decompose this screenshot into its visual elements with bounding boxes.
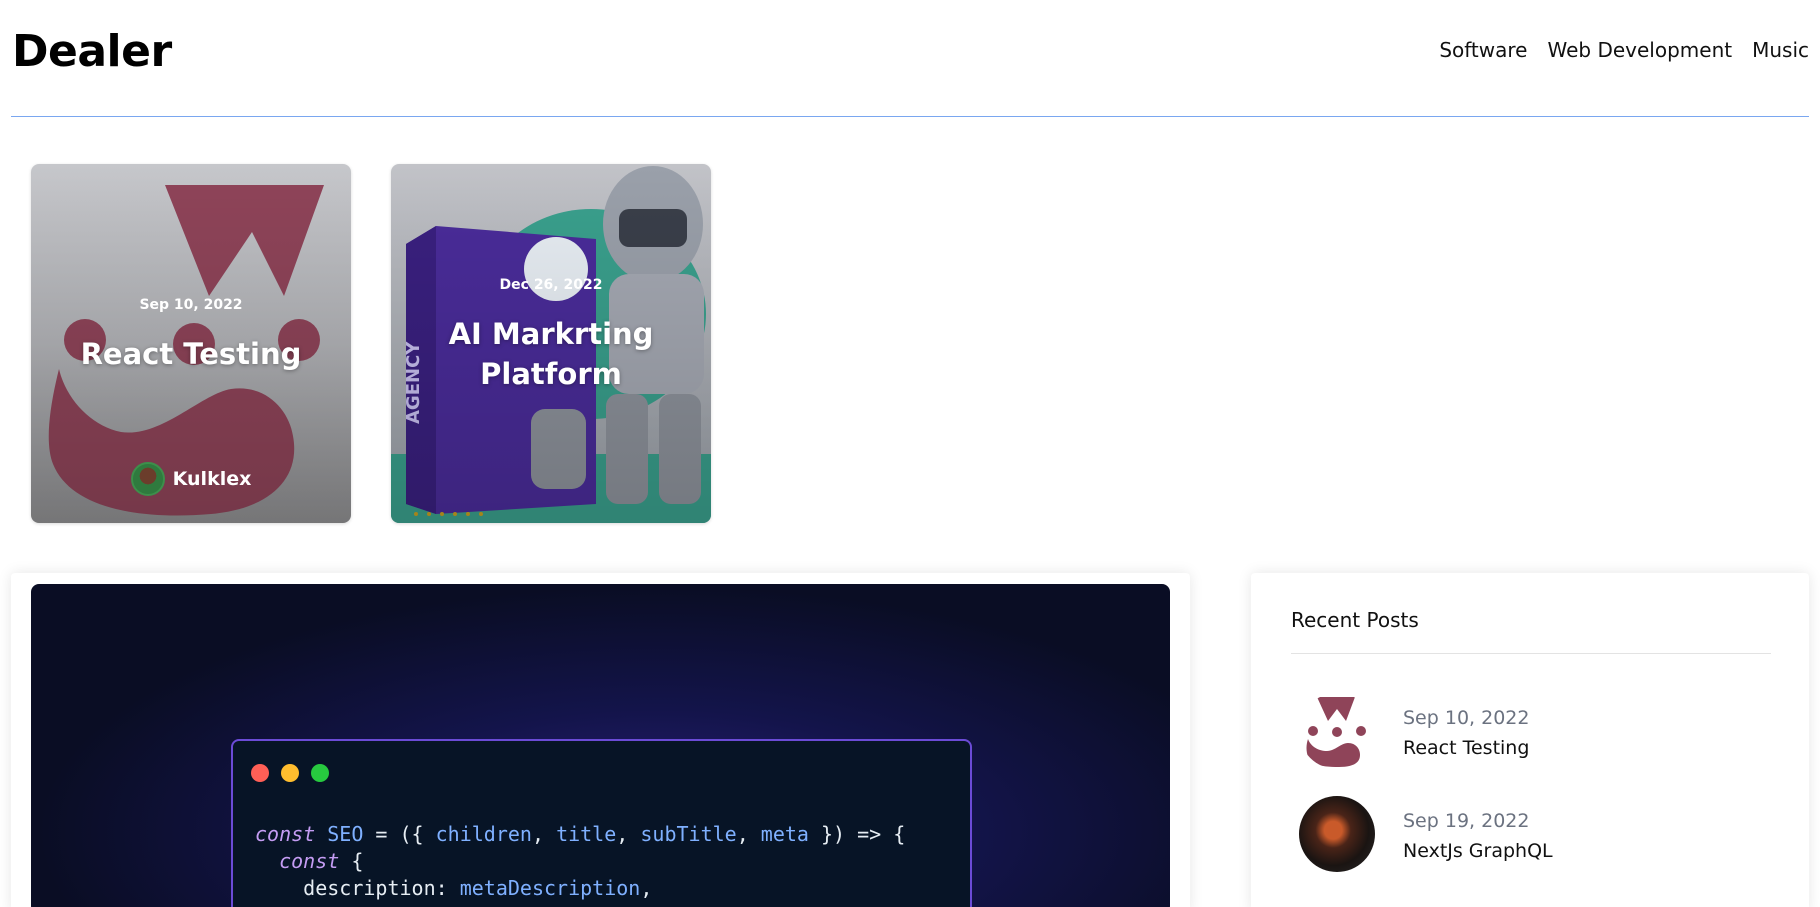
code-token: , <box>616 822 641 846</box>
author-name[interactable]: Kulklex <box>173 468 252 490</box>
recent-post-item[interactable]: Sep 10, 2022 React Testing <box>1299 693 1779 769</box>
nav-music[interactable]: Music <box>1752 38 1809 62</box>
code-token: description: <box>303 876 460 900</box>
maximize-dot-icon <box>311 764 329 782</box>
sidebar-title: Recent Posts <box>1291 608 1419 632</box>
card-title[interactable]: React Testing <box>31 334 351 374</box>
code-token: metaDescription <box>459 876 641 900</box>
card-title-line1: AI Markrting <box>448 317 654 351</box>
featured-post: const SEO = ({ children, title, subTitle… <box>11 573 1190 907</box>
card-date: Sep 10, 2022 <box>139 297 243 313</box>
card-title-line2: Platform <box>480 357 622 391</box>
code-token: const <box>255 822 316 846</box>
nav-web-development[interactable]: Web Development <box>1547 38 1732 62</box>
divider <box>1291 653 1771 654</box>
featured-post-image[interactable]: const SEO = ({ children, title, subTitle… <box>31 584 1170 907</box>
code-token: SEO <box>327 822 364 846</box>
code-token: children <box>435 822 532 846</box>
recent-post-date: Sep 19, 2022 <box>1403 810 1530 832</box>
code-window: const SEO = ({ children, title, subTitle… <box>231 739 972 907</box>
recent-post-title[interactable]: NextJs GraphQL <box>1403 840 1553 862</box>
site-logo[interactable]: Dealer <box>12 26 172 77</box>
code-token: = ({ <box>363 822 436 846</box>
code-token: , <box>640 876 653 900</box>
code-token: const <box>279 849 340 873</box>
window-controls <box>251 764 329 782</box>
code-token: }) => { <box>808 822 906 846</box>
close-dot-icon <box>251 764 269 782</box>
code-token: , <box>736 822 761 846</box>
jest-thumb-icon <box>1306 697 1366 767</box>
recent-post-title[interactable]: React Testing <box>1403 737 1529 759</box>
code-token: { <box>339 849 364 873</box>
card-title[interactable]: AI Markrting Platform <box>391 314 711 394</box>
code-token: subTitle <box>640 822 737 846</box>
post-thumbnail <box>1299 796 1375 872</box>
code-token: , <box>531 822 557 846</box>
avatar <box>130 462 165 496</box>
post-card-react-testing[interactable]: Sep 10, 2022 React Testing Kulklex <box>31 164 351 523</box>
recent-posts-sidebar: Recent Posts Sep 10, 2022 React Testing … <box>1251 573 1809 907</box>
minimize-dot-icon <box>281 764 299 782</box>
post-card-ai-marketing[interactable]: AGENCY Dec 26, 2022 AI Markrting Platfor… <box>391 164 711 523</box>
card-date: Dec 26, 2022 <box>499 277 603 293</box>
code-token: title <box>556 822 617 846</box>
card-author: Kulklex <box>31 462 351 496</box>
main-nav: Software Web Development Music <box>1439 38 1809 62</box>
nav-software[interactable]: Software <box>1439 38 1527 62</box>
code-snippet: const SEO = ({ children, title, subTitle… <box>255 821 905 902</box>
code-token: meta <box>760 822 809 846</box>
recent-post-date: Sep 10, 2022 <box>1403 707 1530 729</box>
recent-post-item[interactable]: Sep 19, 2022 NextJs GraphQL <box>1299 796 1779 872</box>
site-header: Dealer Software Web Development Music <box>11 0 1809 117</box>
